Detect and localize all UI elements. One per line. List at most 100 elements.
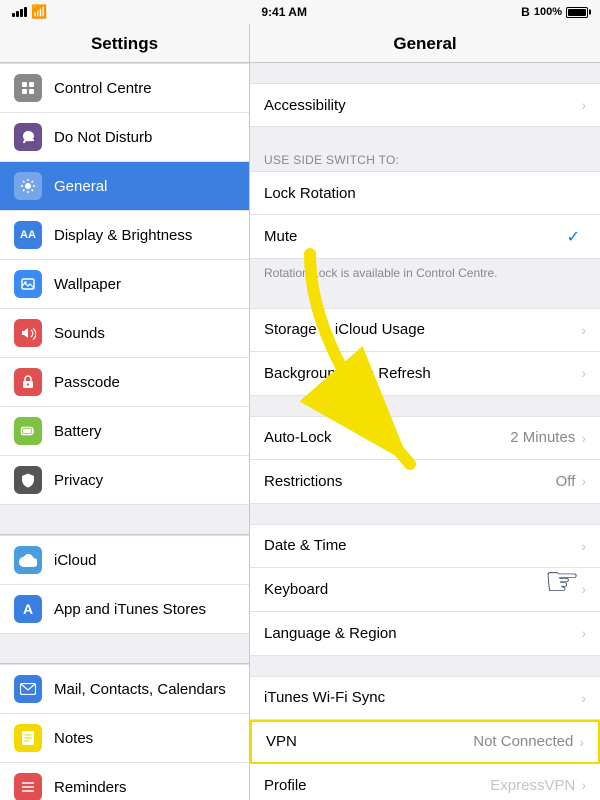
battery-percent: 100% — [534, 6, 562, 18]
bluetooth-icon: B — [521, 5, 530, 19]
notes-icon — [14, 724, 42, 752]
reminders-icon — [14, 773, 42, 800]
sidebar-item-reminders-label: Reminders — [54, 779, 127, 796]
chevron-icon-vpn: › — [579, 734, 584, 750]
accessibility-label: Accessibility — [264, 97, 581, 114]
sidebar-item-display[interactable]: AA Display & Brightness — [0, 211, 249, 260]
detail-section-network: iTunes Wi‑Fi Sync › VPN Not Connected › … — [250, 676, 600, 800]
chevron-icon-language: › — [581, 625, 586, 641]
sidebar-item-general[interactable]: General — [0, 162, 249, 211]
detail-row-lock-rotation[interactable]: Lock Rotation — [250, 171, 600, 215]
chevron-icon-autolock: › — [581, 430, 586, 446]
sidebar-item-notes-label: Notes — [54, 730, 93, 747]
sidebar-item-passcode-label: Passcode — [54, 374, 120, 391]
status-time: 9:41 AM — [261, 5, 307, 19]
chevron-icon-profile: › — [581, 777, 586, 793]
detail-row-vpn[interactable]: VPN Not Connected › — [250, 720, 600, 764]
background-label: Background App Refresh — [264, 365, 581, 382]
restrictions-value: Off — [556, 473, 576, 490]
keyboard-label: Keyboard — [264, 581, 581, 598]
language-label: Language & Region — [264, 625, 581, 642]
privacy-icon — [14, 466, 42, 494]
sidebar: Settings Control Centre Do Not Disturb — [0, 24, 250, 800]
sidebar-section-bottom: Mail, Contacts, Calendars Notes Reminder… — [0, 664, 249, 800]
sidebar-item-display-label: Display & Brightness — [54, 227, 192, 244]
vpn-label: VPN — [266, 733, 473, 750]
sidebar-item-icloud-label: iCloud — [54, 552, 97, 569]
detail-row-profile[interactable]: Profile ExpressVPN › — [250, 764, 600, 800]
sidebar-item-wallpaper[interactable]: Wallpaper — [0, 260, 249, 309]
sidebar-item-battery-label: Battery — [54, 423, 102, 440]
detail-row-accessibility[interactable]: Accessibility › — [250, 83, 600, 127]
battery-icon — [566, 7, 588, 18]
storage-label: Storage & iCloud Usage — [264, 321, 581, 338]
use-side-switch-label: USE SIDE SWITCH TO: — [250, 147, 600, 171]
battery-sidebar-icon — [14, 417, 42, 445]
do-not-disturb-icon — [14, 123, 42, 151]
sidebar-item-do-not-disturb[interactable]: Do Not Disturb — [0, 113, 249, 162]
detail-section-side-switch: USE SIDE SWITCH TO: Lock Rotation Mute ✓… — [250, 147, 600, 288]
chevron-icon-itunes: › — [581, 690, 586, 706]
detail-row-language[interactable]: Language & Region › — [250, 612, 600, 656]
sounds-icon — [14, 319, 42, 347]
status-bar: 📶 9:41 AM B 100% — [0, 0, 600, 24]
sidebar-item-control-centre[interactable]: Control Centre — [0, 63, 249, 113]
signal-icon — [12, 7, 27, 17]
detail-row-itunes-wifi[interactable]: iTunes Wi‑Fi Sync › — [250, 676, 600, 720]
detail-title: General — [250, 24, 600, 63]
detail-row-autolock[interactable]: Auto-Lock 2 Minutes › — [250, 416, 600, 460]
wifi-icon: 📶 — [31, 4, 47, 20]
chevron-icon-storage: › — [581, 322, 586, 338]
mute-check-icon: ✓ — [567, 227, 580, 247]
lock-rotation-label: Lock Rotation — [264, 185, 586, 202]
sidebar-item-reminders[interactable]: Reminders — [0, 763, 249, 800]
status-right: B 100% — [521, 5, 588, 19]
sidebar-item-wallpaper-label: Wallpaper — [54, 276, 121, 293]
sidebar-item-mail[interactable]: Mail, Contacts, Calendars — [0, 664, 249, 714]
chevron-icon-keyboard: › — [581, 581, 586, 597]
sidebar-item-sounds[interactable]: Sounds — [0, 309, 249, 358]
detail-section-autolock: Auto-Lock 2 Minutes › Restrictions Off › — [250, 416, 600, 504]
date-time-label: Date & Time — [264, 537, 581, 554]
detail-row-background[interactable]: Background App Refresh › — [250, 352, 600, 396]
sidebar-item-general-label: General — [54, 178, 107, 195]
control-centre-icon — [14, 74, 42, 102]
sidebar-item-do-not-disturb-label: Do Not Disturb — [54, 129, 152, 146]
sidebar-item-privacy[interactable]: Privacy — [0, 456, 249, 505]
passcode-icon — [14, 368, 42, 396]
sidebar-item-icloud[interactable]: iCloud — [0, 535, 249, 585]
detail-row-mute[interactable]: Mute ✓ — [250, 215, 600, 259]
sidebar-separator-1 — [0, 505, 249, 535]
chevron-icon: › — [581, 97, 586, 113]
vpn-value: Not Connected — [473, 733, 573, 750]
rotation-note: Rotation Lock is available in Control Ce… — [250, 259, 600, 288]
status-left: 📶 — [12, 4, 47, 20]
chevron-icon-background: › — [581, 365, 586, 381]
sidebar-item-appstore[interactable]: A App and iTunes Stores — [0, 585, 249, 634]
restrictions-label: Restrictions — [264, 473, 556, 490]
sidebar-item-passcode[interactable]: Passcode — [0, 358, 249, 407]
sidebar-title: Settings — [0, 24, 249, 63]
sidebar-item-appstore-label: App and iTunes Stores — [54, 601, 206, 618]
mute-label: Mute — [264, 228, 567, 245]
main-content: Settings Control Centre Do Not Disturb — [0, 24, 600, 800]
autolock-value: 2 Minutes — [510, 429, 575, 446]
display-icon: AA — [14, 221, 42, 249]
icloud-icon — [14, 546, 42, 574]
sidebar-item-privacy-label: Privacy — [54, 472, 103, 489]
profile-label: Profile — [264, 777, 490, 794]
sidebar-separator-2 — [0, 634, 249, 664]
profile-value: ExpressVPN — [490, 777, 575, 794]
sidebar-item-battery[interactable]: Battery — [0, 407, 249, 456]
chevron-icon-date: › — [581, 538, 586, 554]
detail-section-storage: Storage & iCloud Usage › Background App … — [250, 308, 600, 396]
mail-icon — [14, 675, 42, 703]
detail-row-storage[interactable]: Storage & iCloud Usage › — [250, 308, 600, 352]
chevron-icon-restrictions: › — [581, 473, 586, 489]
sidebar-item-control-centre-label: Control Centre — [54, 80, 152, 97]
sidebar-item-notes[interactable]: Notes — [0, 714, 249, 763]
detail-row-keyboard[interactable]: Keyboard › — [250, 568, 600, 612]
detail-row-restrictions[interactable]: Restrictions Off › — [250, 460, 600, 504]
detail-row-date-time[interactable]: Date & Time › — [250, 524, 600, 568]
detail-section-accessibility: Accessibility › — [250, 83, 600, 127]
